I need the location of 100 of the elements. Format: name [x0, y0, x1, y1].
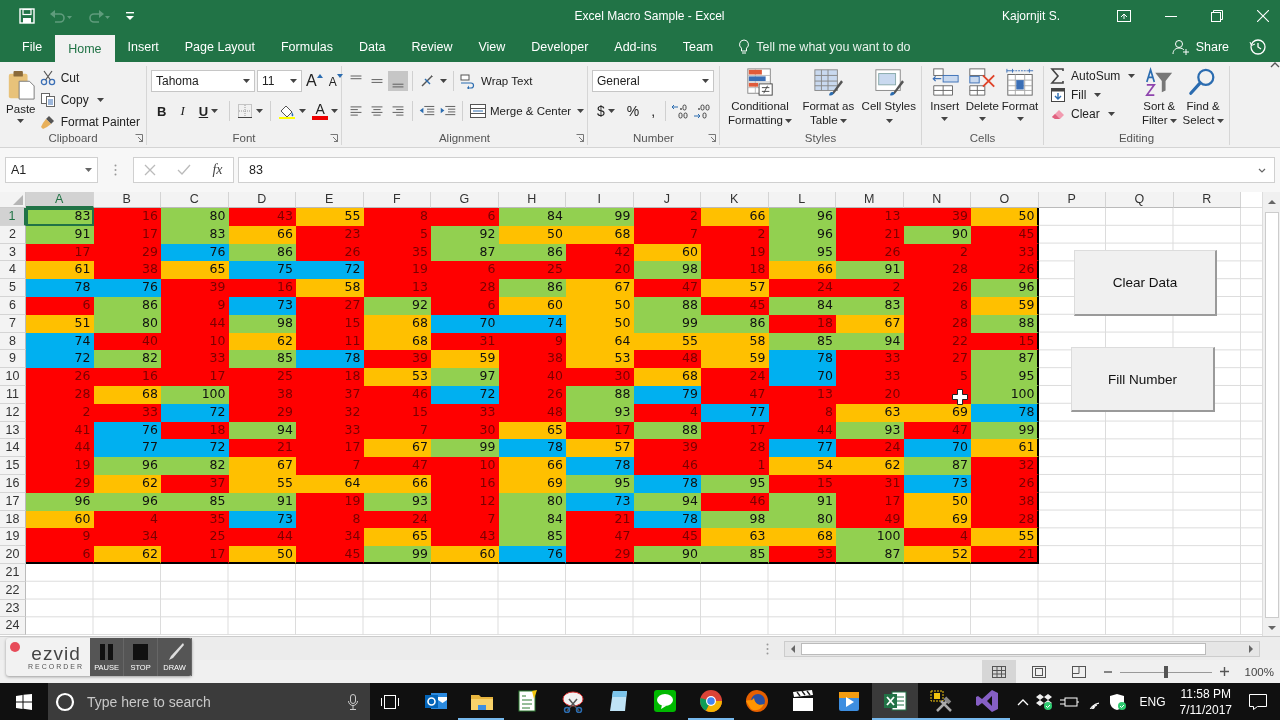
row-header[interactable]: 14: [0, 439, 26, 458]
table-cell[interactable]: 70: [768, 368, 836, 386]
table-cell[interactable]: 78: [296, 350, 364, 369]
ribbon-tab[interactable]: Developer: [518, 32, 602, 62]
table-cell[interactable]: 61: [26, 261, 94, 280]
name-box[interactable]: A1: [5, 157, 98, 183]
ribbon-tab[interactable]: Team: [669, 32, 727, 62]
table-cell[interactable]: 97: [431, 368, 499, 386]
notification-icon[interactable]: [1248, 692, 1268, 711]
collapse-ribbon-icon[interactable]: [1270, 62, 1280, 68]
merge-center-button[interactable]: Merge & Center: [467, 101, 587, 121]
ribbon-button[interactable]: Delete: [963, 66, 1001, 122]
row-header[interactable]: 10: [0, 368, 26, 386]
table-cell[interactable]: 63: [701, 528, 769, 547]
table-cell[interactable]: 77: [768, 439, 836, 458]
table-cell[interactable]: 91: [836, 261, 904, 280]
table-cell[interactable]: 85: [228, 350, 296, 369]
table-cell[interactable]: 65: [363, 528, 431, 547]
column-header[interactable]: M: [836, 192, 904, 208]
table-cell[interactable]: 70: [903, 439, 971, 458]
insert-function-button[interactable]: fx: [212, 162, 223, 178]
sync-box-icon[interactable]: [1035, 692, 1054, 711]
bold-button[interactable]: B: [151, 100, 173, 122]
ribbon-tab[interactable]: Home: [55, 35, 115, 62]
ribbon-button[interactable]: Format as Table: [800, 66, 857, 128]
customize-icon[interactable]: [125, 11, 135, 21]
row-header[interactable]: 20: [0, 546, 26, 564]
row-header[interactable]: 24: [0, 617, 26, 636]
table-cell[interactable]: 90: [633, 546, 701, 564]
table-cell[interactable]: 87: [903, 457, 971, 475]
table-cell[interactable]: 99: [363, 546, 431, 564]
table-cell[interactable]: 85: [498, 528, 566, 547]
zoom-in-icon[interactable]: [1219, 667, 1229, 676]
table-cell[interactable]: 76: [93, 279, 161, 297]
zoom-slider-thumb[interactable]: [1163, 665, 1168, 678]
table-cell[interactable]: 61: [971, 439, 1039, 458]
ribbon-button[interactable]: Format: [1001, 66, 1039, 122]
ribbon-tab[interactable]: File: [9, 32, 56, 62]
ribbon-tab[interactable]: Data: [346, 32, 399, 62]
font-size-field[interactable]: 11: [257, 70, 302, 92]
ribbon-tab[interactable]: Formulas: [267, 32, 347, 62]
fill-button[interactable]: Fill: [1048, 85, 1138, 104]
table-cell[interactable]: 72: [26, 350, 94, 369]
table-cell[interactable]: 84: [498, 208, 566, 226]
ribbon-button[interactable]: Insert: [926, 66, 964, 122]
table-cell[interactable]: 72: [296, 261, 364, 280]
table-cell[interactable]: 54: [768, 457, 836, 475]
save-icon[interactable]: [19, 8, 35, 24]
table-cell[interactable]: 75: [228, 261, 296, 280]
table-cell[interactable]: 67: [363, 439, 431, 458]
column-header[interactable]: N: [903, 192, 971, 208]
table-cell[interactable]: 86: [498, 279, 566, 297]
table-cell[interactable]: 78: [566, 457, 634, 475]
clock-date[interactable]: 7/11/2017: [1179, 701, 1232, 718]
column-header[interactable]: H: [498, 192, 566, 208]
column-header[interactable]: O: [971, 192, 1039, 208]
table-cell[interactable]: 68: [768, 528, 836, 547]
table-cell[interactable]: 96: [768, 208, 836, 226]
table-cell[interactable]: 55: [296, 208, 364, 226]
dialog-launcher-icon[interactable]: [576, 133, 584, 142]
table-cell[interactable]: 62: [836, 457, 904, 475]
formula-field[interactable]: 83: [238, 157, 1275, 183]
ribbon-button[interactable]: Find & Select: [1181, 66, 1225, 128]
dialog-launcher-icon[interactable]: [135, 134, 143, 142]
table-cell[interactable]: 59: [431, 350, 499, 369]
taskbar-app-button[interactable]: [872, 683, 918, 720]
underline-button[interactable]: U: [192, 100, 225, 122]
chevron-up-icon[interactable]: [1017, 697, 1030, 706]
table-cell[interactable]: 77: [93, 439, 161, 458]
format-painter-button[interactable]: Format Painter: [37, 112, 142, 131]
column-header[interactable]: D: [228, 192, 296, 208]
search-field[interactable]: Type here to search: [85, 692, 338, 711]
table-cell[interactable]: 82: [161, 457, 229, 475]
row-header[interactable]: 1: [0, 208, 26, 226]
task-view-icon[interactable]: [380, 693, 400, 710]
zoom-level[interactable]: 100%: [1244, 665, 1274, 678]
table-cell[interactable]: 95: [971, 368, 1039, 386]
row-header[interactable]: 15: [0, 457, 26, 475]
ribbon-button[interactable]: Cell Styles: [860, 66, 917, 128]
clock-time[interactable]: 11:58 PM: [1180, 685, 1231, 702]
table-cell[interactable]: 66: [701, 208, 769, 226]
column-header[interactable]: C: [161, 192, 229, 208]
power-plug-icon[interactable]: [1059, 694, 1080, 709]
table-cell[interactable]: 82: [93, 350, 161, 369]
table-cell[interactable]: 83: [26, 208, 94, 226]
ribbon-tab[interactable]: Insert: [114, 32, 172, 62]
row-header[interactable]: 9: [0, 350, 26, 369]
table-cell[interactable]: 87: [836, 546, 904, 564]
wrap-text-button[interactable]: Wrap Text: [458, 71, 535, 91]
table-cell[interactable]: 58: [296, 279, 364, 297]
copy-button[interactable]: Copy: [37, 90, 142, 109]
tell-me-field[interactable]: Tell me what you want to do: [756, 40, 947, 54]
table-cell[interactable]: 57: [566, 439, 634, 458]
autosum-button[interactable]: AutoSum: [1048, 66, 1138, 85]
column-header[interactable]: L: [768, 192, 836, 208]
table-cell[interactable]: 67: [566, 279, 634, 297]
grow-font-button[interactable]: A: [304, 70, 325, 92]
ribbon-tab[interactable]: Add-ins: [601, 32, 670, 62]
input-language[interactable]: ENG: [1139, 694, 1166, 709]
search-box[interactable]: Type here to search: [48, 683, 370, 720]
